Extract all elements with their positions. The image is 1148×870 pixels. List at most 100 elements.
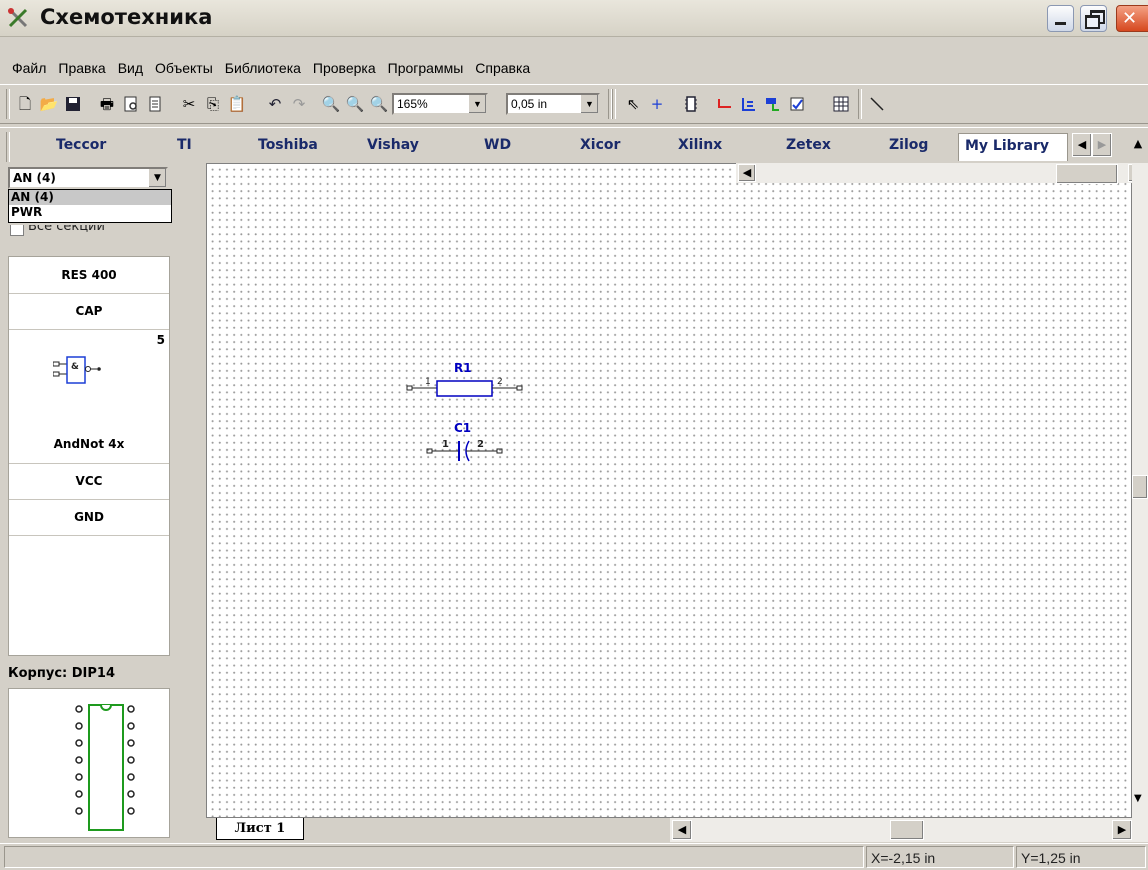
tab-toshiba[interactable]: Toshiba [258,137,318,153]
r1-pin1: 1 [425,377,431,387]
schematic-canvas[interactable]: R1 1 2 C1 1 2 [206,163,1132,818]
scroll-right-icon[interactable]: ▶ [1112,820,1132,840]
menu-bar: Файл Правка Вид Объекты Библиотека Прове… [0,57,1148,79]
title-bar: Схемотехника ✕ [0,0,1148,37]
tab-vishay[interactable]: Vishay [367,137,419,153]
component-list: RES 400 CAP 5 & AndNot 4x VCC GND [8,256,170,656]
status-y-coord: Y=1,25 in [1016,846,1146,868]
scroll-thumb[interactable] [1132,475,1148,499]
chip-icon[interactable] [680,93,702,115]
tabs-scroll-up-icon[interactable]: ▲ [1128,133,1148,157]
list-item-res400[interactable]: RES 400 [9,257,169,294]
component-label: CAP [75,304,103,318]
status-x-coord: X=-2,15 in [866,846,1014,868]
zoom-combo[interactable]: 165% ▼ [392,93,488,115]
scroll-thumb[interactable] [890,820,924,840]
app-icon [7,7,28,28]
status-bar: X=-2,15 in Y=1,25 in [0,843,1148,870]
horizontal-scrollbar[interactable]: ◀ ▶ [670,818,1148,842]
menu-programs[interactable]: Программы [382,57,470,79]
crosshair-icon[interactable]: + [646,93,668,115]
check-icon[interactable] [786,93,808,115]
zoom-in-icon[interactable]: 🔍 [320,93,342,115]
open-folder-icon[interactable]: 📂 [38,93,60,115]
capacitor-c1[interactable]: C1 1 2 [426,421,503,462]
package-preview [8,688,170,838]
line-tool-icon[interactable] [866,93,888,115]
tab-xilinx[interactable]: Xilinx [678,137,722,153]
scroll-left-icon[interactable]: ◀ [672,820,692,840]
floating-scrollbar[interactable]: ◀ ▶ [736,163,1148,184]
section-select-value: AN (4) [13,171,56,185]
resistor-r1[interactable]: R1 1 2 [406,361,523,397]
component-label: RES 400 [61,268,117,282]
print-preview-icon[interactable] [120,93,142,115]
tab-sheet-1[interactable]: Лист 1 [216,818,304,840]
new-file-icon[interactable]: 🗋 [14,93,36,115]
tab-ti[interactable]: TI [177,137,192,153]
section-option-an[interactable]: AN (4) [9,190,171,205]
menu-file[interactable]: Файл [6,57,52,79]
dip14-package-graphic [75,704,135,831]
zoom-out-icon[interactable]: 🔍 [344,93,366,115]
menu-library[interactable]: Библиотека [219,57,307,79]
close-button[interactable]: ✕ [1116,5,1148,32]
menu-edit[interactable]: Правка [52,57,111,79]
tab-my-library-label: My Library [965,138,1050,154]
document-icon[interactable] [144,93,166,115]
minimize-button[interactable] [1047,5,1074,32]
tab-xicor[interactable]: Xicor [580,137,620,153]
r1-ref: R1 [454,361,472,375]
c1-ref: C1 [454,421,471,435]
vertical-scrollbar[interactable]: ▼ [1132,163,1148,818]
chevron-down-icon[interactable]: ▼ [149,169,166,187]
select-arrow-icon[interactable]: ⇖ [622,93,644,115]
c1-pin2: 2 [477,439,484,450]
r1-pin2: 2 [497,377,503,387]
cut-icon[interactable]: ✂ [178,93,200,115]
tab-teccor[interactable]: Teccor [56,137,106,153]
scroll-down-icon[interactable]: ▼ [1134,793,1142,804]
tab-zilog[interactable]: Zilog [889,137,928,153]
all-sections-checkbox[interactable] [10,225,24,236]
save-icon[interactable] [62,93,84,115]
package-label: Корпус: DIP14 [8,666,115,681]
chevron-down-icon[interactable]: ▼ [580,95,598,113]
section-option-pwr[interactable]: PWR [9,205,171,220]
tab-my-library[interactable]: My Library [958,133,1068,161]
all-sections-label: Все секции [28,225,105,234]
tabs-scroll-left-icon[interactable]: ◀ [1072,133,1092,157]
menu-check[interactable]: Проверка [307,57,382,79]
bus-icon[interactable] [738,93,760,115]
list-item-gnd[interactable]: GND [9,499,169,536]
menu-help[interactable]: Справка [469,57,536,79]
net-label-icon[interactable] [762,93,784,115]
menu-view[interactable]: Вид [112,57,149,79]
tabs-scroll-right-icon[interactable]: ▶ [1092,133,1112,157]
component-label: AndNot 4x [53,437,125,451]
grid-combo[interactable]: 0,05 in ▼ [506,93,600,115]
list-item-vcc[interactable]: VCC [9,463,169,500]
paste-icon[interactable]: 📋 [226,93,248,115]
list-item-cap[interactable]: CAP [9,293,169,330]
zoom-fit-icon[interactable]: 🔍 [368,93,390,115]
copy-icon[interactable]: ⎘ [202,93,224,115]
redo-icon[interactable]: ↷ [288,93,310,115]
library-tabs: Teccor TI Toshiba Vishay WD Xicor Xilinx… [0,127,1148,165]
component-label: GND [74,510,104,524]
wire-icon[interactable] [714,93,736,115]
restore-button[interactable] [1080,5,1107,32]
table-icon[interactable] [830,93,852,115]
menu-objects[interactable]: Объекты [149,57,219,79]
undo-icon[interactable]: ↶ [264,93,286,115]
print-icon[interactable]: 🖶 [96,93,118,115]
scroll-thumb[interactable] [1056,164,1118,184]
tab-zetex[interactable]: Zetex [786,137,831,153]
scroll-left-icon[interactable]: ◀ [738,164,756,182]
and-gate-symbol: & [53,356,101,384]
tab-wd[interactable]: WD [484,137,511,153]
toolbar: 🗋 📂 🖶 ✂ ⎘ 📋 ↶ ↷ 🔍 🔍 🔍 165% ▼ 0,05 in ▼ ⇖… [0,84,1148,124]
chevron-down-icon[interactable]: ▼ [468,95,486,113]
list-item-andnot[interactable]: 5 & AndNot 4x [9,329,169,464]
section-select[interactable]: AN (4) ▼ [8,167,168,189]
